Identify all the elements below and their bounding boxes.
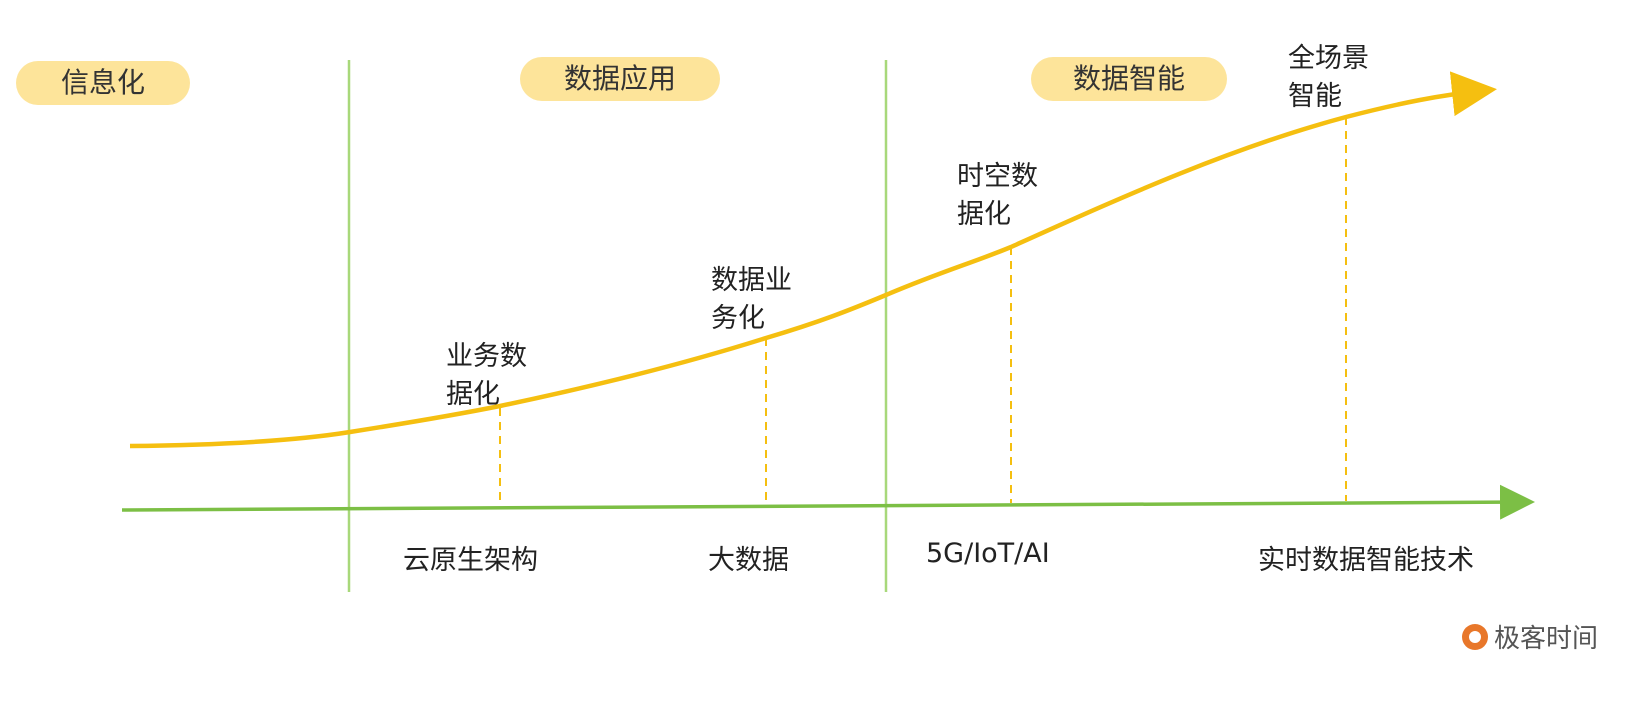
time-axis: [121, 484, 1535, 520]
technology-label: 5G/IoT/AI: [926, 538, 1050, 569]
logo-text: 极客时间: [1494, 624, 1599, 654]
phase-label-informatization: 信息化: [16, 61, 190, 105]
technology-label: 大数据: [708, 545, 789, 576]
milestone-label: 业务数 据化: [446, 341, 527, 410]
brand-logo: 极客时间: [1462, 618, 1598, 655]
growth-curve: [129, 71, 1497, 449]
phase-label-data-intelligence: 数据智能: [1031, 57, 1227, 101]
milestone-label: 数据业 务化: [711, 265, 792, 334]
milestone-label: 时空数 据化: [957, 161, 1038, 230]
technology-label: 云原生架构: [403, 545, 538, 576]
technology-label: 实时数据智能技术: [1258, 545, 1474, 576]
diagram-canvas: [121, 60, 1535, 592]
phase-label-data-application: 数据应用: [520, 57, 720, 101]
milestone-label: 全场景 智能: [1288, 43, 1369, 112]
logo-icon: [1462, 623, 1488, 650]
